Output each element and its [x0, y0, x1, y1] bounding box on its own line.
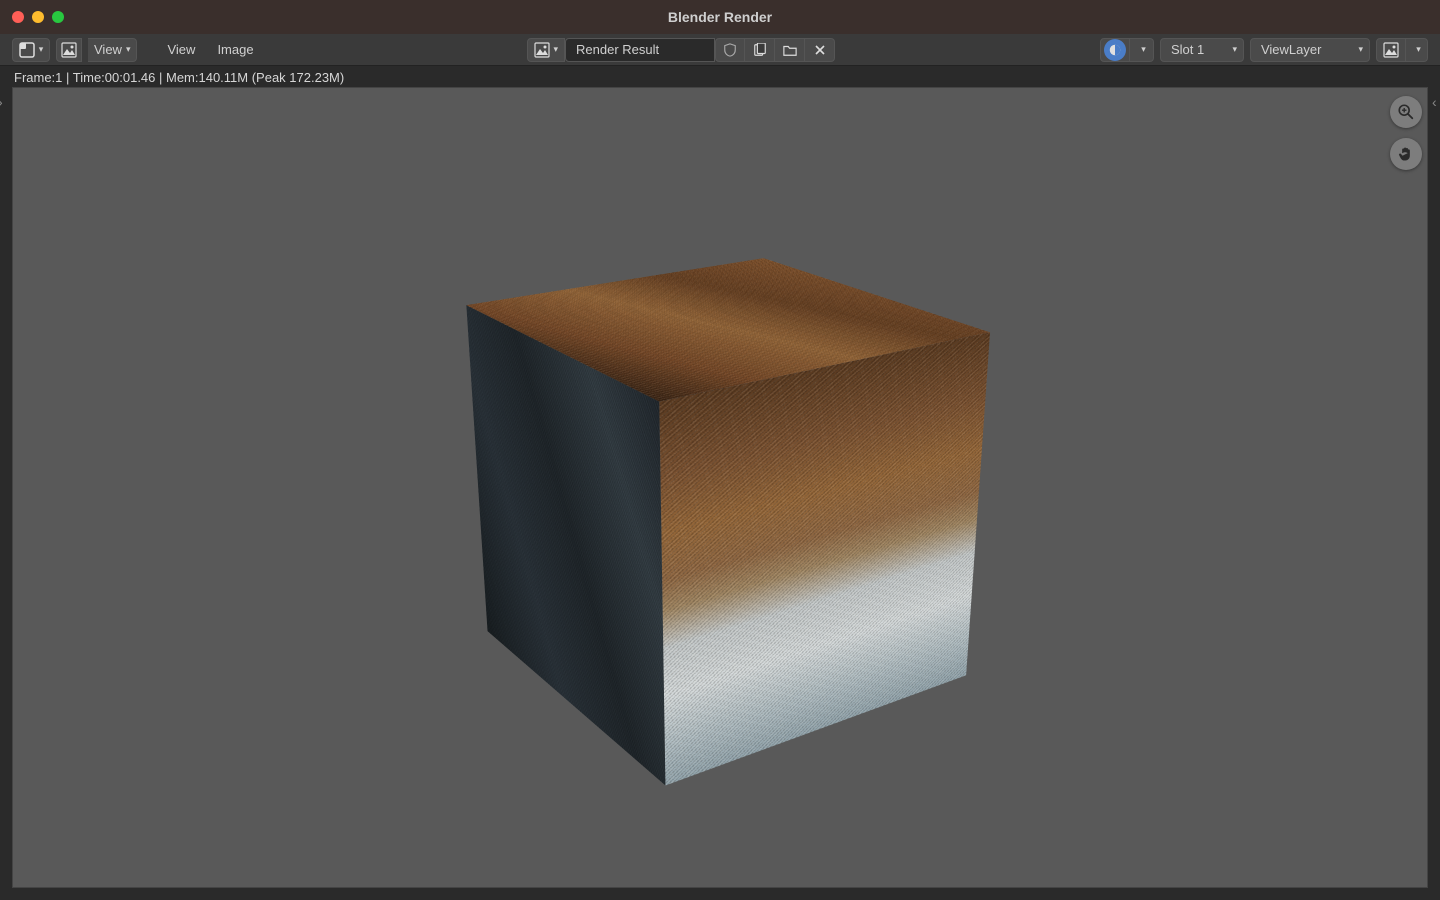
chevron-down-icon: ▾ — [1358, 44, 1363, 55]
view-mode-label: View — [94, 42, 122, 57]
chevron-down-icon: ▾ — [39, 44, 44, 55]
cube-front-face — [659, 332, 990, 785]
rendered-cube — [553, 291, 867, 700]
image-mode-icon-button[interactable] — [56, 38, 82, 62]
viewport-overlay-buttons — [1390, 96, 1422, 170]
titlebar: Blender Render — [0, 0, 1440, 34]
image-name-field[interactable]: Render Result — [565, 38, 715, 62]
region-toggle-right[interactable]: ‹ — [1432, 94, 1440, 110]
close-icon — [814, 44, 826, 56]
render-canvas[interactable] — [12, 87, 1428, 888]
minimize-window-button[interactable] — [32, 11, 44, 23]
color-icon — [1104, 39, 1126, 61]
new-image-button[interactable] — [745, 38, 775, 62]
viewport-shading-button[interactable] — [1376, 38, 1406, 62]
viewport: Frame:1 | Time:00:01.46 | Mem:140.11M (P… — [0, 66, 1440, 900]
render-status-line: Frame:1 | Time:00:01.46 | Mem:140.11M (P… — [0, 66, 1440, 89]
chevron-down-icon: ▾ — [1232, 44, 1237, 55]
window-title: Blender Render — [668, 9, 772, 25]
region-toggle-left[interactable]: › — [0, 94, 8, 110]
header-toolbar: ▾ View ▾ View Image ▾ Render Result — [0, 34, 1440, 66]
menu-view[interactable]: View — [159, 38, 203, 62]
maximize-window-button[interactable] — [52, 11, 64, 23]
close-window-button[interactable] — [12, 11, 24, 23]
chevron-down-icon: ▾ — [126, 44, 131, 55]
unlink-image-button[interactable] — [805, 38, 835, 62]
chevron-down-icon: ▾ — [554, 44, 559, 55]
display-channels-dropdown[interactable]: ▾ — [1130, 38, 1154, 62]
zoom-button[interactable] — [1390, 96, 1422, 128]
image-mode-icon — [61, 42, 77, 58]
menu-image[interactable]: Image — [209, 38, 261, 62]
viewlayer-dropdown[interactable]: ViewLayer ▾ — [1250, 38, 1370, 62]
view-mode-dropdown[interactable]: View ▾ — [88, 38, 137, 62]
render-result-image — [460, 233, 980, 753]
fake-user-button[interactable] — [715, 38, 745, 62]
pan-button[interactable] — [1390, 138, 1422, 170]
image-editor-icon — [19, 42, 35, 58]
folder-icon — [783, 43, 797, 57]
hand-icon — [1397, 145, 1415, 163]
chevron-down-icon: ▾ — [1141, 44, 1146, 55]
editor-type-dropdown[interactable]: ▾ — [12, 38, 50, 62]
new-file-icon — [753, 43, 767, 57]
display-channels-button[interactable] — [1100, 38, 1130, 62]
image-datablock-icon — [534, 42, 550, 58]
viewlayer-label: ViewLayer — [1261, 42, 1321, 57]
open-image-button[interactable] — [775, 38, 805, 62]
shield-icon — [723, 43, 737, 57]
rendered-shading-icon — [1383, 42, 1399, 58]
slot-dropdown[interactable]: Slot 1 ▾ — [1160, 38, 1244, 62]
image-datablock-dropdown[interactable]: ▾ — [527, 38, 566, 62]
magnify-plus-icon — [1397, 103, 1415, 121]
viewport-shading-dropdown[interactable]: ▾ — [1406, 38, 1428, 62]
slot-label: Slot 1 — [1171, 42, 1204, 57]
chevron-down-icon: ▾ — [1416, 44, 1421, 55]
window-controls — [12, 11, 64, 23]
